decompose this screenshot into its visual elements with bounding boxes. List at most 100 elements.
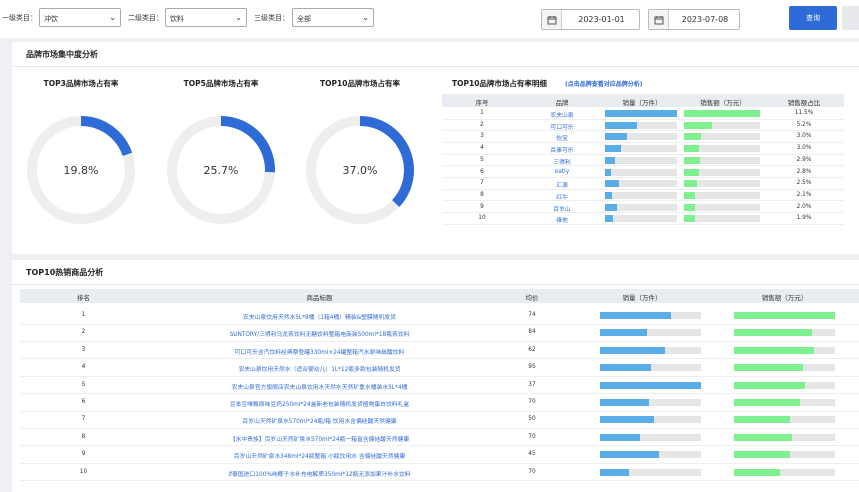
product-price: 70 [528, 399, 536, 405]
col-qty: 销量（万件） [622, 99, 662, 107]
gauge-arc [359, 116, 414, 207]
qty-bar-track [605, 191, 677, 199]
panel-divider [12, 284, 859, 285]
sales-bar [734, 381, 805, 389]
sales-bar [734, 346, 814, 354]
product-row[interactable]: 5 农夫山泉官方旗舰店农夫山泉饮用水天然水天然矿重水桶装水5L*4桶 37 [20, 377, 859, 395]
product-title-link[interactable]: if泰国进口100%纯椰子水补充电解质350ml*12瓶无添加果汁补水饮料 [147, 469, 492, 478]
product-row[interactable]: 2 SUNTORY/三得利乌龙茶饮料无糖饮料整箱电商装500ml*18瓶茶饮料 … [20, 324, 859, 342]
sales-bar [734, 399, 800, 406]
level3-select[interactable]: 全部 ⌄ [292, 8, 374, 27]
sales-bar-track [684, 110, 760, 117]
brand-row[interactable]: 7 汇源 2.5% [442, 178, 844, 190]
row-divider [442, 223, 844, 225]
qty-bar [600, 364, 651, 372]
product-title-link[interactable]: 农夫山泉饮用天然水5L*8桶（1箱4桶）精装&塑膜随机发货 [147, 312, 492, 321]
product-row[interactable]: 7 百岁山天然矿泉水570ml*24瓶/箱 饮用水含偏硅酸天然健康 50 [20, 411, 859, 429]
brand-row-no: 10 [478, 215, 486, 222]
sales-bar [734, 451, 790, 459]
product-title-link[interactable]: SUNTORY/三得利乌龙茶饮料无糖饮料整箱电商装500ml*18瓶茶饮料 [147, 329, 492, 338]
product-row[interactable]: 8 【水中贵族】百岁山天然矿泉水570ml*24瓶一箱富含偏硅酸天然健康 70 [20, 429, 859, 447]
product-title-link[interactable]: 农夫山泉官方旗舰店农夫山泉饮用水天然水天然矿重水桶装水5L*4桶 [147, 382, 492, 391]
gauge-top5: 25.7% [167, 116, 275, 224]
row-divider [20, 480, 859, 482]
product-rank: 4 [81, 364, 86, 371]
qty-bar [600, 468, 630, 476]
brand-row-no: 5 [480, 156, 484, 163]
product-rank: 2 [81, 329, 86, 336]
product-row[interactable]: 1 农夫山泉饮用天然水5L*8桶（1箱4桶）精装&塑膜随机发货 74 [20, 307, 859, 325]
sales-bar-track [684, 168, 760, 176]
brand-row[interactable]: 3 怡宝 3.0% [442, 131, 844, 143]
level2-select[interactable]: 饮料 ⌄ [165, 8, 247, 27]
brand-name-link[interactable]: oatly [522, 169, 602, 175]
brand-row[interactable]: 10 维他 1.9% [442, 213, 844, 225]
qty-bar-track [605, 203, 677, 211]
product-price: 50 [528, 416, 536, 423]
sales-bar-track [734, 433, 835, 441]
product-price: 70 [528, 468, 536, 475]
qty-bar [600, 381, 701, 389]
product-title-link[interactable]: 农夫山泉饮用天然水（适合婴幼儿）1L*12瓶多款包装随机发货 [147, 364, 492, 373]
brand-row[interactable]: 2 可口可乐 5.2% [442, 120, 844, 132]
qty-bar [600, 399, 650, 406]
start-date-picker[interactable]: 2023-01-01 [541, 9, 640, 30]
sales-bar-track [734, 364, 835, 372]
sales-bar-track [684, 215, 760, 223]
product-title-link[interactable]: 百岁山天然矿泉水348ml*24瓶整箱 小瓶饮用水 含偏硅酸天然健康 [147, 451, 492, 460]
level1-value: 冲饮 [44, 15, 58, 23]
product-price: 74 [528, 312, 536, 318]
product-title-link[interactable]: 可口可乐含汽饮料经典摩登罐330ml×24罐整箱汽水原味碳酸饮料 [147, 347, 492, 356]
product-title-link[interactable]: 百岁山天然矿泉水570ml*24瓶/箱 饮用水含偏硅酸天然健康 [147, 416, 492, 425]
qty-bar-track [600, 312, 701, 319]
qty-bar-track [600, 468, 701, 476]
brand-share: 5.2% [796, 121, 812, 128]
sales-bar-track [734, 346, 835, 354]
brand-table-header: 序号 品牌 销量（万件） 销售额（万元） 销售额占比 [442, 94, 844, 107]
sales-bar-track [734, 329, 835, 337]
level2-value: 饮料 [170, 15, 184, 23]
product-row[interactable]: 4 农夫山泉饮用天然水（适合婴幼儿）1L*12瓶多款包装随机发货 95 [20, 359, 859, 377]
start-date-value: 2023-01-01 [578, 15, 625, 24]
gauge-value: 19.8% [64, 164, 99, 177]
brand-row[interactable]: 5 三得利 2.9% [442, 155, 844, 167]
col-rank: 排名 [77, 294, 90, 302]
gauge-top3: 19.8% [27, 116, 135, 224]
sales-bar [684, 133, 701, 141]
product-row[interactable]: 6 豆本豆唯甄原味豆奶250ml*24盒新老包装随机发货植物蛋白饮料礼盒 70 [20, 394, 859, 412]
level1-select[interactable]: 冲饮 ⌄ [39, 8, 121, 27]
sales-bar [734, 416, 790, 424]
sales-bar [684, 145, 700, 153]
product-panel-title: TOP10热销商品分析 [26, 268, 104, 277]
brand-row[interactable]: 1 农夫山泉 11.5% [442, 108, 844, 120]
qty-bar-track [605, 180, 677, 188]
product-rank: 10 [79, 468, 88, 475]
brand-row[interactable]: 9 百岁山 2.0% [442, 202, 844, 214]
product-row[interactable]: 10 if泰国进口100%纯椰子水补充电解质350ml*12瓶无添加果汁补水饮料… [20, 464, 859, 482]
brand-row-no: 4 [480, 145, 484, 152]
brand-row[interactable]: 4 百事可乐 3.0% [442, 143, 844, 155]
qty-bar [600, 416, 654, 424]
reset-button[interactable] [842, 6, 859, 30]
brand-row[interactable]: 6 oatly 2.8% [442, 167, 844, 178]
qty-bar [600, 346, 665, 354]
sales-bar-track [684, 133, 760, 141]
product-row[interactable]: 9 百岁山天然矿泉水348ml*24瓶整箱 小瓶饮用水 含偏硅酸天然健康 45 [20, 446, 859, 464]
level2-label: 二级类目： [128, 14, 163, 22]
qty-bar [605, 168, 612, 176]
qty-bar [600, 312, 671, 319]
query-button[interactable]: 查询 [789, 6, 837, 30]
brand-share: 3.0% [796, 133, 812, 140]
end-date-picker[interactable]: 2023-07-08 [648, 9, 740, 30]
product-row[interactable]: 3 可口可乐含汽饮料经典摩登罐330ml×24罐整箱汽水原味碳酸饮料 62 [20, 342, 859, 360]
product-title-link[interactable]: 【水中贵族】百岁山天然矿泉水570ml*24瓶一箱富含偏硅酸天然健康 [147, 434, 492, 443]
product-table-header: 排名 商品标题 均价 销量（万件） 销售额（万元） [20, 289, 859, 303]
product-rank: 3 [81, 346, 86, 353]
sales-bar [734, 329, 812, 337]
product-title-link[interactable]: 豆本豆唯甄原味豆奶250ml*24盒新老包装随机发货植物蛋白饮料礼盒 [147, 399, 492, 408]
brand-row[interactable]: 8 红牛 2.1% [442, 190, 844, 202]
qty-bar [605, 121, 638, 129]
sales-bar [684, 110, 760, 117]
sales-bar-track [734, 416, 835, 424]
qty-bar-track [600, 416, 701, 424]
